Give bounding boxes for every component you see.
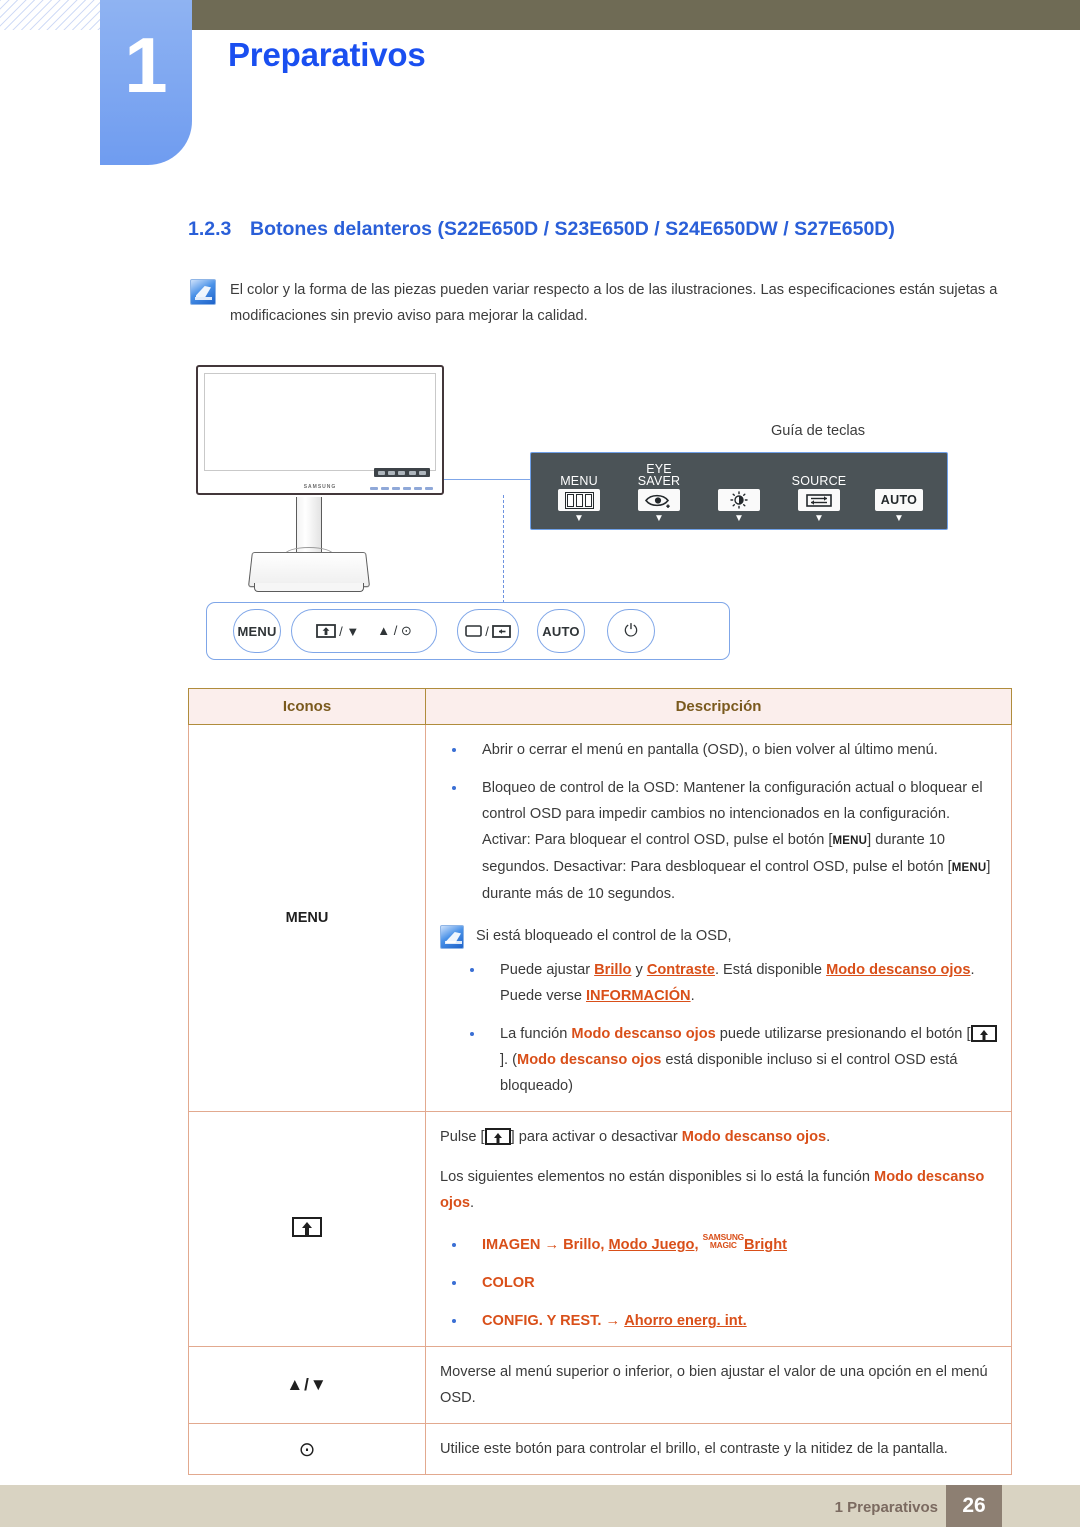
table-header-row: Iconos Descripción [188,688,1012,725]
eye-saver-icon [638,489,680,511]
auto-icon: AUTO [875,489,923,511]
key-guide-source-label: SOURCE [791,473,847,488]
eye-saver-box-icon [970,1025,997,1042]
brightness-icon [718,489,760,511]
key-guide-item-eyesaver: EYE SAVER ▼ [622,463,696,525]
eyesaver-para-1: Pulse [] para activar o desactivar Modo … [440,1128,831,1145]
menu-text-icon: MENU [285,910,329,926]
table-row: ▲/▼ Moverse al menú superior o inferior,… [188,1346,1012,1424]
key-guide-caret-icon: ▼ [574,513,584,524]
row-menu-icon-cell: MENU [188,724,426,1112]
table-header-iconos: Iconos [188,688,426,725]
section-heading: 1.2.3 Botones delanteros (S22E650D / S23E… [188,218,1028,241]
monitor-screen [204,373,436,471]
note-pen-icon [190,279,216,305]
target-description: Utilice este botón para controlar el bri… [440,1441,948,1457]
row-menu-desc-cell: Abrir o cerrar el menú en pantalla (OSD)… [425,724,1012,1112]
row-eyesaver-desc-cell: Pulse [] para activar o desactivar Modo … [425,1111,1012,1347]
list-item: La función Modo descanso ojos puede util… [458,1021,997,1099]
monitor-front-buttons-strip [368,485,434,492]
top-note-text: El color y la forma de las piezas pueden… [230,282,998,324]
screen-up-arrow-icon [316,624,337,638]
table-header-descripcion: Descripción [425,688,1012,725]
source-loop-icon-svg [806,493,832,507]
key-guide-item-auto: AUTO ▼ [862,463,936,525]
key-guide-caret-icon: ▼ [734,513,744,524]
key-guide-eye-label-2: SAVER [637,473,681,488]
row-eyesaver-icon-cell [188,1111,426,1347]
monitor-stand-foot [254,583,364,592]
row-updown-icon-cell: ▲/▼ [188,1346,426,1424]
source-loop-icon [798,489,840,511]
key-guide-caret-icon: ▼ [894,513,904,524]
inner-note-list: Puede ajustar Brillo y Contraste. Está d… [458,957,997,1099]
eyesaver-up-down-button-group[interactable]: / ▼ ▲ / ⊙ [291,609,437,653]
list-item: Abrir o cerrar el menú en pantalla (OSD)… [440,737,997,763]
top-note-block: El color y la forma de las piezas pueden… [190,277,1040,329]
source-icon [465,625,482,637]
list-item: CONFIG. Y REST. → Ahorro energ. int. [440,1308,997,1334]
list-item: Bloqueo de control de la OSD: Mantener l… [440,775,997,907]
section-title: Botones delanteros (S22E650D / S23E650D … [250,218,895,240]
footer-page-number: 26 [946,1485,1002,1527]
row-updown-desc-cell: Moverse al menú superior o inferior, o b… [425,1346,1012,1424]
table-row: MENU Abrir o cerrar el menú en pantalla … [188,724,1012,1112]
auto-button[interactable]: AUTO [537,609,585,653]
row-target-icon-cell: ⊙ [188,1423,426,1475]
list-item: COLOR [440,1270,997,1296]
table-row: Pulse [] para activar o desactivar Modo … [188,1111,1012,1347]
monitor-illustration: SAMSUNG [196,365,444,495]
note-pen-icon [440,925,464,949]
header-olive-band [192,0,1080,30]
eyesaver-para-2: Los siguientes elementos no están dispon… [440,1169,985,1211]
menu-bullet-list: Abrir o cerrar el menú en pantalla (OSD)… [440,737,997,907]
key-guide-panel: MENU ▼ EYE SAVER ▼ ▼ SOURCE ▼ AUTO ▼ [530,452,948,530]
key-guide-caret-icon: ▼ [654,513,664,524]
monitor-key-labels-strip [374,468,430,477]
key-guide-item-menu: MENU ▼ [542,463,616,525]
eye-saver-box-icon [292,1217,322,1237]
row-target-desc-cell: Utilice este botón para controlar el bri… [425,1423,1012,1475]
key-guide-item-brightness: ▼ [702,463,776,525]
power-icon: ⏻ [624,621,638,640]
eyesaver-down-button[interactable]: / ▼ [316,624,359,639]
key-guide-caret-icon: ▼ [814,513,824,524]
monitor-stand-base [247,551,371,588]
eye-saver-box-icon [484,1128,511,1145]
key-guide-title: Guía de teclas [770,423,866,439]
menu-button[interactable]: MENU [233,609,281,653]
section-number: 1.2.3 [188,218,232,240]
front-button-bar: MENU / ▼ ▲ / ⊙ / AUTO ⏻ [206,602,730,660]
inner-note-block: Si está bloqueado el control de la OSD, [440,923,997,949]
return-icon [491,624,511,638]
inner-note-lead: Si está bloqueado el control de la OSD, [476,928,732,944]
table-row: ⊙ Utilice este botón para controlar el b… [188,1423,1012,1475]
illustration-area: SAMSUNG Guía de teclas MENU ▼ EYE SAVER [188,355,1048,685]
list-item: IMAGEN → Brillo, Modo Juego, SAMSUNG MAGI… [440,1232,997,1258]
chapter-title: Preparativos [228,36,426,73]
up-brightness-button[interactable]: ▲ / ⊙ [377,623,412,639]
source-return-button[interactable]: / [457,609,519,653]
menu-bars-icon [558,489,600,511]
leader-line-horizontal [444,479,530,480]
key-guide-menu-label: MENU [560,473,598,488]
eye-saver-icon-svg [644,494,670,508]
power-button[interactable]: ⏻ [607,609,655,653]
list-item: Puede ajustar Brillo y Contraste. Está d… [458,957,997,1009]
footer-chapter-label: 1 Preparativos [834,1499,938,1516]
brightness-icon-svg [730,491,748,509]
eyesaver-disabled-list: IMAGEN → Brillo, Modo Juego, SAMSUNG MAGI… [440,1232,997,1334]
chapter-number: 1 [124,21,168,109]
target-dot-icon: ⊙ [298,1438,316,1461]
key-guide-item-source: SOURCE ▼ [782,463,856,525]
updown-description: Moverse al menú superior o inferior, o b… [440,1364,988,1406]
buttons-description-table: Iconos Descripción MENU Abrir o cerrar e… [188,688,1012,1475]
up-down-arrows-icon: ▲/▼ [286,1375,328,1394]
